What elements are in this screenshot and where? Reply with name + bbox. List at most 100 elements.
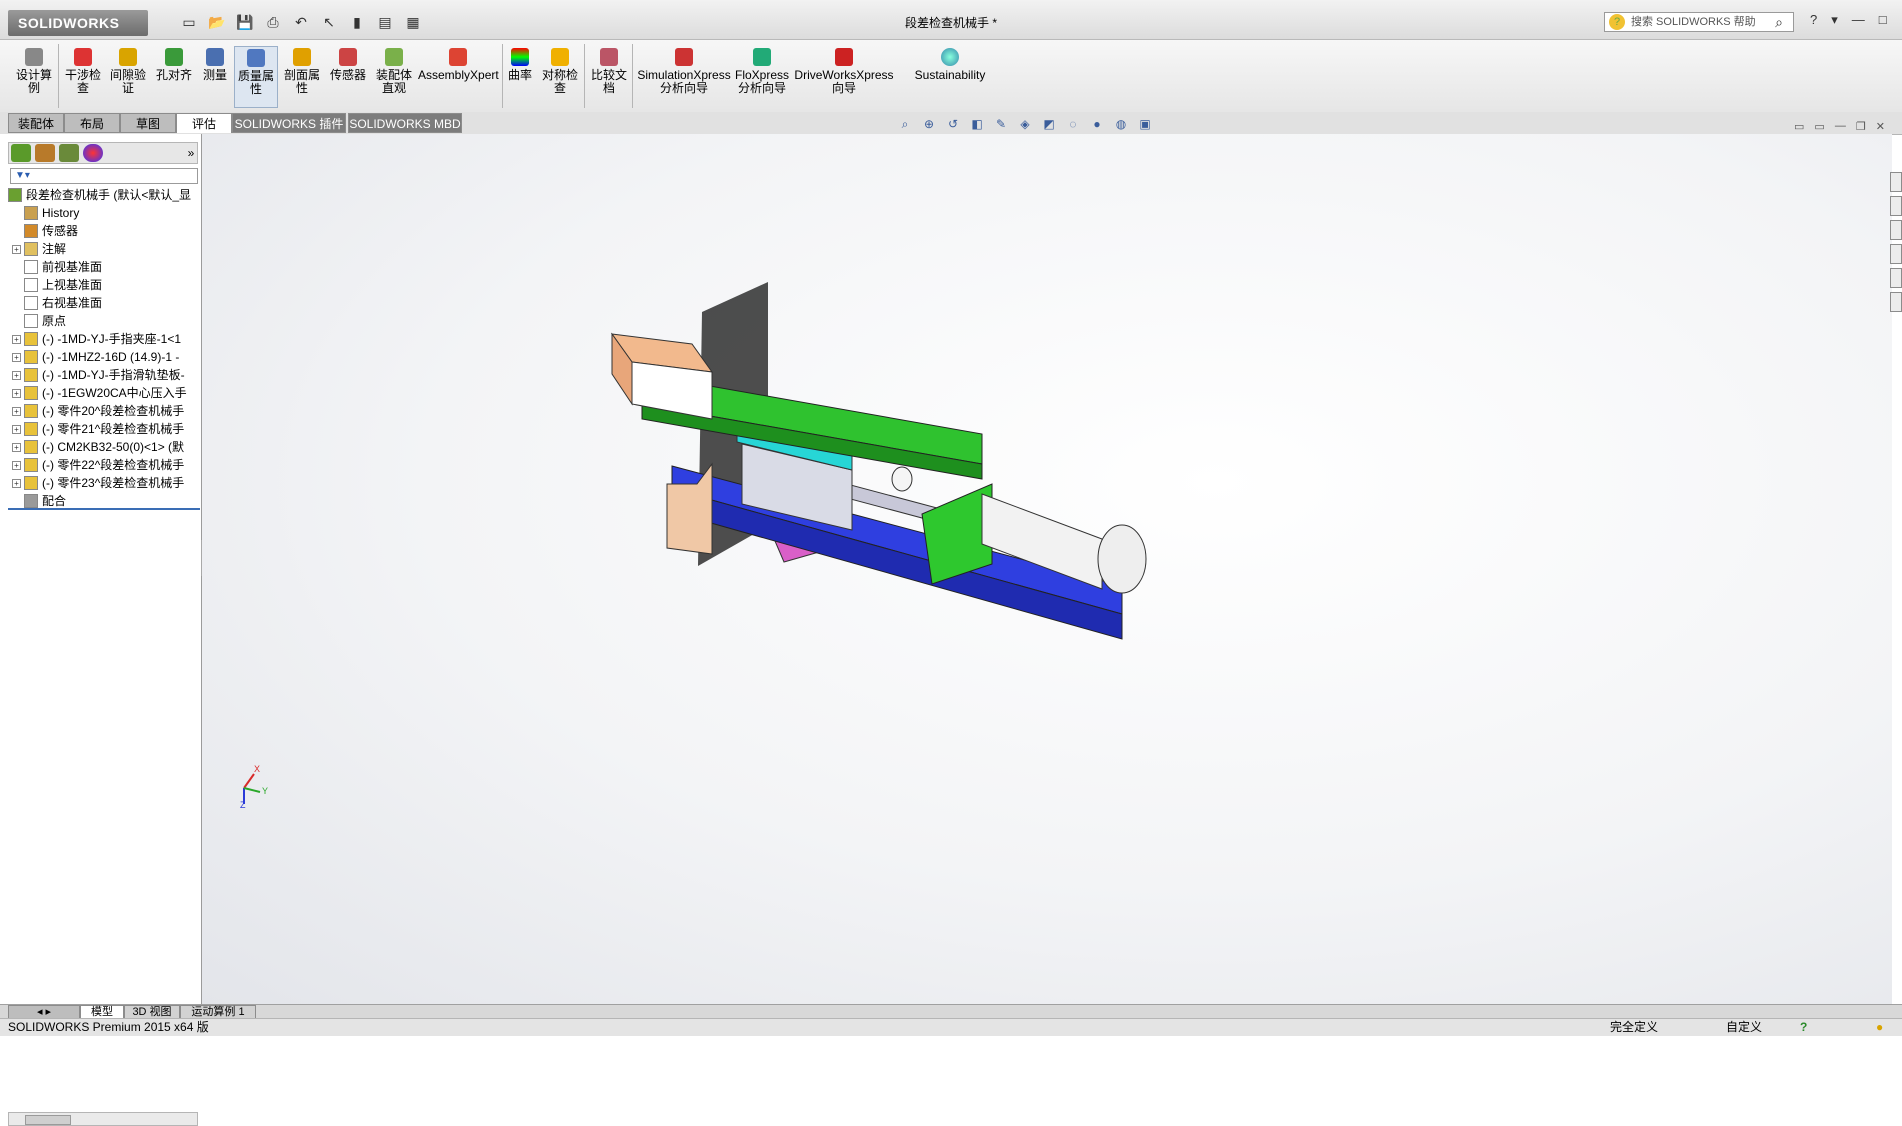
expand-icon[interactable]: + [12,245,21,254]
appearances-icon[interactable] [1890,268,1902,288]
design-library-icon[interactable] [1890,196,1902,216]
scene-icon[interactable]: ◍ [1112,116,1130,132]
horizontal-scrollbar[interactable] [8,1112,198,1126]
hole-align-button[interactable]: 孔对齐 [152,46,196,108]
tab-addins[interactable]: SOLIDWORKS 插件 [232,113,346,133]
tab-layout[interactable]: 布局 [64,113,120,133]
driveworksxpress-button[interactable]: DriveWorksXpress 向导 [794,46,894,108]
tile-icon[interactable]: ▭ [1794,120,1804,133]
expand-icon[interactable]: + [12,407,21,416]
feature-tree-item[interactable]: + (-) -1MHZ2-16D (14.9)-1 - [8,348,200,366]
status-units[interactable]: 自定义 [1726,1019,1762,1036]
simulationxpress-button[interactable]: SimulationXpress 分析向导 [636,46,732,108]
feature-tree-item-label: 段差检查机械手 (默认<默认_显 [26,188,192,202]
dynamic-annotation-icon[interactable]: ✎ [992,116,1010,132]
help-search-input[interactable]: ? 搜索 SOLIDWORKS 帮助 ⌕ [1604,12,1794,32]
expand-icon[interactable]: + [12,389,21,398]
feature-tree-item[interactable]: 段差检查机械手 (默认<默认_显 [8,186,200,204]
hide-show-icon[interactable]: ◌ [1064,116,1082,132]
scrollbar-thumb[interactable] [25,1115,71,1125]
coordinate-triad: X Y Z [236,764,276,810]
propertymanager-tab-icon[interactable] [35,144,55,162]
displaymanager-tab-icon[interactable] [83,144,103,162]
assembly-visual-button[interactable]: 装配体 直观 [372,46,416,108]
featuremanager-tab-icon[interactable] [11,144,31,162]
feature-tree-item[interactable]: 上视基准面 [8,276,200,294]
previous-view-icon[interactable]: ↺ [944,116,962,132]
measure-button[interactable]: 测量 [198,46,232,108]
zoom-area-icon[interactable]: ⊕ [920,116,938,132]
feature-tree-item[interactable]: + (-) CM2KB32-50(0)<1> (默 [8,438,200,456]
section-props-button[interactable]: 剖面属 性 [280,46,324,108]
expand-icon[interactable]: + [12,353,21,362]
compare-button[interactable]: 比较文 档 [588,46,630,108]
feature-tree-item[interactable]: + 注解 [8,240,200,258]
maximize-button[interactable]: □ [1879,12,1887,28]
sensor-button[interactable]: 传感器 [326,46,370,108]
status-bar: SOLIDWORKS Premium 2015 x64 版 完全定义 自定义 ?… [0,1018,1902,1036]
symmetry-button[interactable]: 对称检 查 [538,46,582,108]
interference-button[interactable]: 干涉检 查 [62,46,104,108]
tab-mbd[interactable]: SOLIDWORKS MBD [348,113,462,133]
status-help-icon[interactable]: ? [1800,1019,1807,1036]
help-menu-icon[interactable]: ? [1810,12,1817,28]
tab-sketch[interactable]: 草图 [120,113,176,133]
status-rebuild-icon[interactable]: ● [1876,1019,1883,1036]
expand-panel-icon[interactable]: » [181,144,201,162]
feature-tree-item[interactable]: + (-) 零件20^段差检查机械手 [8,402,200,420]
zoom-fit-icon[interactable]: ⌕ [896,116,914,132]
viewport-restore-icon[interactable]: ❐ [1856,120,1866,133]
feature-tree-item[interactable]: + (-) -1EGW20CA中心压入手 [8,384,200,402]
feature-tree-item[interactable]: + (-) -1MD-YJ-手指夹座-1<1 [8,330,200,348]
view-settings-icon[interactable]: ▣ [1136,116,1154,132]
expand-icon[interactable]: + [12,425,21,434]
expand-icon[interactable]: + [12,335,21,344]
split-icon[interactable]: ▭ [1814,120,1824,133]
feature-tree-item[interactable]: + (-) 零件21^段差检查机械手 [8,420,200,438]
expand-icon[interactable]: + [12,461,21,470]
graphics-area[interactable]: X Y Z [202,134,1892,1004]
minimize-button[interactable]: — [1852,12,1865,28]
clearance-button[interactable]: 间隙验 证 [106,46,150,108]
tab-motion-study[interactable]: 运动算例 1 [180,1005,256,1019]
feature-tree-item[interactable]: 前视基准面 [8,258,200,276]
view-palette-icon[interactable] [1890,244,1902,264]
view-orientation-icon[interactable]: ◈ [1016,116,1034,132]
feature-tree-item[interactable]: History [8,204,200,222]
expand-icon[interactable]: + [12,443,21,452]
section-view-icon[interactable]: ◧ [968,116,986,132]
expand-icon[interactable]: + [12,371,21,380]
assemblyxpert-button[interactable]: AssemblyXpert [418,46,499,108]
viewport-minimize-icon[interactable]: — [1835,120,1846,133]
display-style-icon[interactable]: ◩ [1040,116,1058,132]
tab-scroll-arrows[interactable]: ◂ ▸ [8,1005,80,1019]
edit-appearance-icon[interactable]: ● [1088,116,1106,132]
sustainability-button[interactable]: Sustainability [910,46,990,108]
help-dropdown-icon[interactable]: ▾ [1831,12,1838,28]
sensor-icon [339,48,357,66]
custom-properties-icon[interactable] [1890,292,1902,312]
feature-tree-item[interactable]: + (-) -1MD-YJ-手指滑轨垫板- [8,366,200,384]
mass-props-button[interactable]: 质量属 性 [234,46,278,108]
feature-tree-item[interactable]: 右视基准面 [8,294,200,312]
feature-tree-item[interactable]: 传感器 [8,222,200,240]
configurationmanager-tab-icon[interactable] [59,144,79,162]
assembly-icon [8,188,22,202]
viewport-close-icon[interactable]: ✕ [1876,120,1885,133]
tree-filter[interactable]: ▼▾ [10,168,198,184]
curvature-button[interactable]: 曲率 [506,46,534,108]
search-icon[interactable]: ⌕ [1775,13,1783,31]
plane-icon [24,278,38,292]
resources-icon[interactable] [1890,172,1902,192]
feature-tree-item[interactable]: 原点 [8,312,200,330]
expand-icon[interactable]: + [12,479,21,488]
tab-model[interactable]: 模型 [80,1005,124,1019]
tab-assembly[interactable]: 装配体 [8,113,64,133]
feature-tree-item[interactable]: + (-) 零件23^段差检查机械手 [8,474,200,492]
tab-3d-views[interactable]: 3D 视图 [124,1005,180,1019]
file-explorer-icon[interactable] [1890,220,1902,240]
tab-evaluate[interactable]: 评估 [176,113,232,133]
floxpress-button[interactable]: FloXpress 分析向导 [734,46,790,108]
design-study-button[interactable]: 设计算 例 [12,46,56,108]
feature-tree-item[interactable]: + (-) 零件22^段差检查机械手 [8,456,200,474]
